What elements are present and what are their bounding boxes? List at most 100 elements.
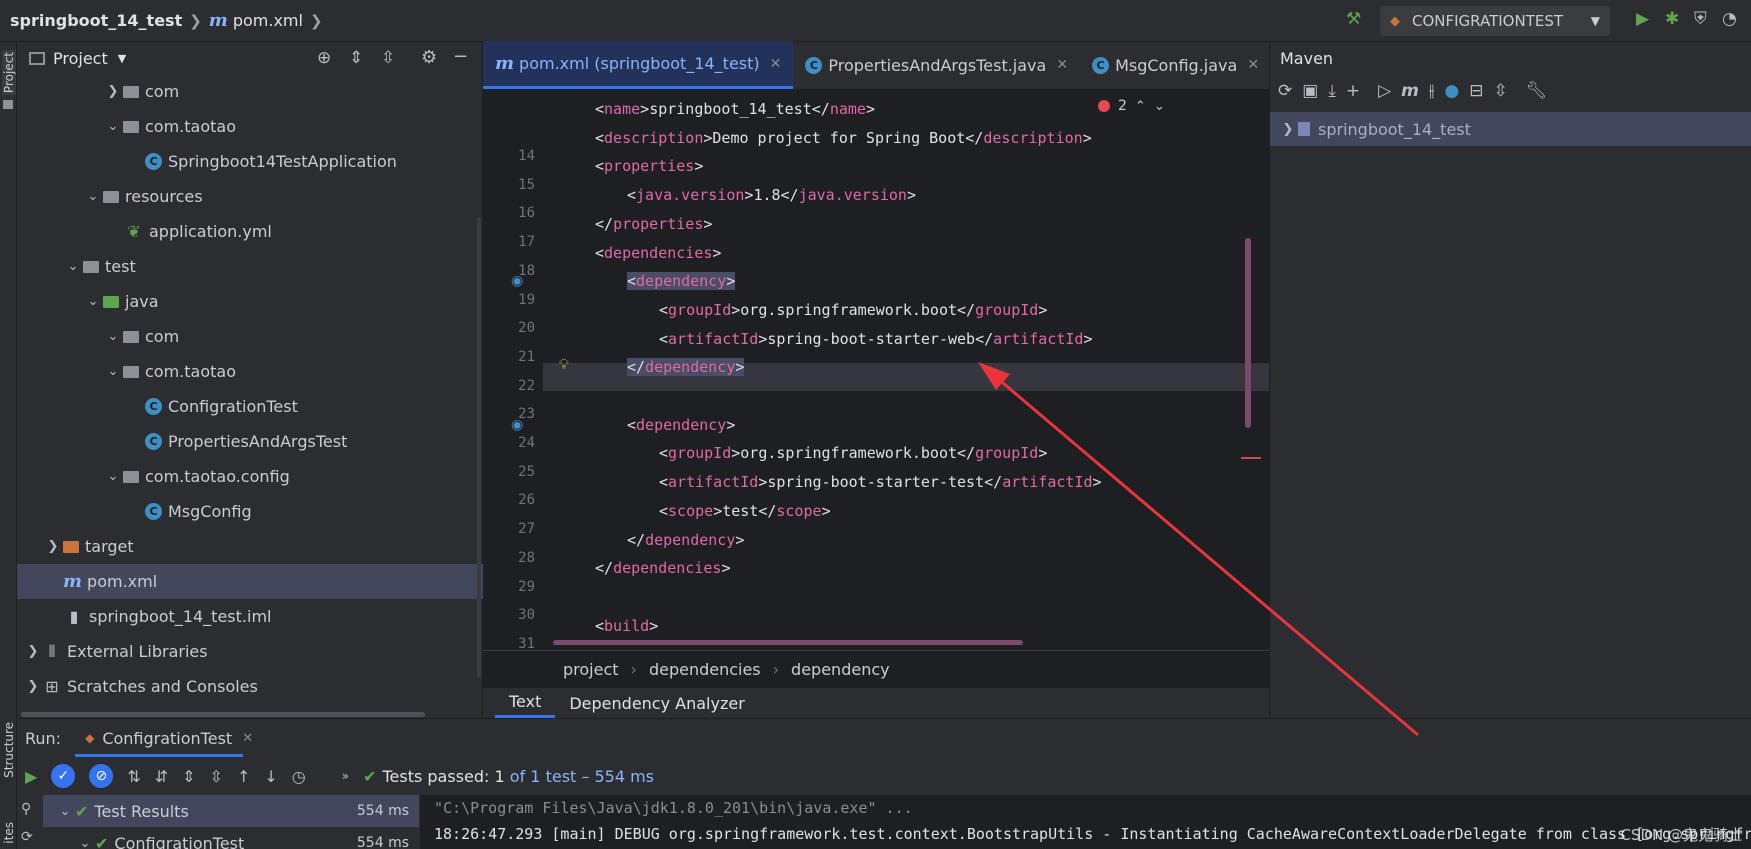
add-icon[interactable]: + [1346,81,1360,101]
code-line[interactable]: </properties> [595,210,712,238]
chevron-right-icon[interactable]: ❯ [43,539,63,554]
run-config-tab[interactable]: ConfigrationTest [102,729,232,748]
sort-duration-icon[interactable]: ⇵ [155,767,168,786]
minimize-icon[interactable]: − [453,46,468,67]
code-line[interactable]: < scope > test </scope > [659,497,831,525]
gear-icon[interactable]: ⚙ [421,47,437,68]
breadcrumb-dependency[interactable]: dependency [791,660,890,679]
code-line[interactable]: <dependency> [627,411,735,439]
code-line[interactable]: <dependency> [627,267,736,295]
tree-item[interactable]: ⌄ resources [83,179,203,214]
show-ignored-icon[interactable]: ⊘ [89,764,114,788]
code-line[interactable]: </dependencies> [595,554,730,582]
code-line[interactable]: < groupId > org.springframework.boot </group… [659,296,1047,324]
chevron-down-icon[interactable]: ⌄ [103,119,123,134]
locate-icon[interactable]: ⊕ [317,48,331,68]
tree-item[interactable]: ⌄ com [103,319,180,354]
show-dependencies-icon[interactable]: ⊟ [1469,81,1483,101]
show-passed-icon[interactable]: ✓ [51,764,76,788]
maven-project-item[interactable]: ❯ springboot_14_test [1270,112,1751,146]
tab-dependency-analyzer[interactable]: Dependency Analyzer [555,688,758,718]
tree-item[interactable]: ▮ springboot_14_test.iml [65,599,272,634]
download-icon[interactable]: ⤓ [1328,81,1336,101]
chevron-double-right-icon[interactable]: » [342,769,349,783]
tab-text[interactable]: Text [495,688,556,718]
code-line[interactable]: < name > springboot_14_test </name > [595,95,875,123]
close-icon[interactable]: ✕ [242,731,253,746]
horizontal-scrollbar[interactable] [553,640,1023,645]
tree-item[interactable]: C MsgConfig [145,494,252,529]
tab-properties-and-args-test[interactable]: C PropertiesAndArgsTest.java ✕ [793,41,1080,89]
code-line[interactable]: <build> [595,612,658,640]
collapse-all-icon[interactable]: ⇳ [210,767,223,786]
generate-sources-icon[interactable]: ▣ [1302,81,1318,101]
profiler-icon[interactable]: ◔ [1722,9,1737,29]
tree-item[interactable]: C PropertiesAndArgsTest [145,424,347,459]
breadcrumb-dependencies[interactable]: dependencies [649,660,761,679]
tree-item[interactable]: ❦ application.yml [125,214,272,249]
chevron-down-icon[interactable]: ⌄ [103,329,123,344]
chevron-right-icon[interactable]: ❯ [1278,122,1298,137]
tree-item[interactable]: ❯ com [103,74,180,109]
code-line[interactable]: < java.version >1.8 </java.version > [627,181,916,209]
code-line[interactable]: </dependency> [627,353,745,381]
tab-pom-xml[interactable]: m pom.xml (springboot_14_test) ✕ [483,41,794,89]
tree-item[interactable]: C Springboot14TestApplication [145,144,397,179]
run-gutter-icon[interactable]: ◉ [511,417,523,433]
tree-item[interactable]: ⌄ com.taotao [103,354,236,389]
debug-icon[interactable]: ✱ [1665,9,1679,29]
chevron-down-icon[interactable]: ▼ [118,52,126,65]
horizontal-scrollbar[interactable] [21,712,425,717]
code-line[interactable]: <properties> [595,152,703,180]
run-config-selector[interactable]: ◆ CONFIGRATIONTEST ▼ [1380,6,1610,36]
tree-item[interactable]: ⌄ com.taotao [103,109,236,144]
code-line[interactable]: < description > Demo project for Spring Boo… [595,124,1092,152]
tree-item[interactable]: ❯ ⊞ Scratches and Consoles [23,669,258,704]
run-gutter-icon[interactable]: ◉ [511,273,523,289]
coverage-icon[interactable]: ⛨ [1694,9,1707,29]
wrench-icon[interactable]: 🔧︎ [1526,81,1548,101]
vertical-scrollbar[interactable] [1245,238,1251,428]
code-line[interactable]: </dependency> [627,526,744,554]
tab-msg-config[interactable]: C MsgConfig.java ✕ [1080,41,1271,89]
tree-item[interactable]: ⌄ com.taotao.config [103,459,290,494]
project-panel-title[interactable]: Project [53,49,108,68]
collapse-all-icon[interactable]: ⇳ [381,48,395,68]
close-icon[interactable]: ✕ [1247,57,1259,73]
lightbulb-icon[interactable]: 💡︎ [559,357,569,373]
tree-item[interactable]: ❯ target [43,529,134,564]
code-line[interactable]: < artifactId > spring-boot-starter-web </art… [659,325,1093,353]
build-hammer-icon[interactable]: ⚒ [1346,9,1361,29]
run-icon[interactable]: ▷ [1378,81,1391,101]
chevron-right-icon[interactable]: ❯ [23,679,43,694]
test-results-row[interactable]: ⌄ ✔ Test Results 554 ms [43,795,419,827]
execute-goal-icon[interactable]: m [1401,81,1419,101]
chevron-down-icon[interactable]: ⌄ [103,469,123,484]
rerun-icon[interactable]: ▶ [25,767,37,786]
run-icon[interactable]: ▶ [1636,9,1649,29]
chevron-up-icon[interactable]: ⌃ [1135,99,1146,114]
code-line[interactable]: <dependencies> [595,239,721,267]
breadcrumb-project[interactable]: springboot_14_test [10,11,182,30]
history-icon[interactable]: ◷ [292,767,306,786]
collapse-all-icon[interactable]: ⇳ [1493,81,1507,101]
vertical-scrollbar[interactable] [477,217,481,677]
chevron-down-icon[interactable]: ⌄ [75,836,95,849]
skip-tests-icon[interactable]: ● [1444,81,1459,101]
chevron-down-icon[interactable]: ⌄ [63,259,83,274]
tree-item[interactable]: ⌄ test [63,249,136,284]
console-output[interactable]: "C:\Program Files\Java\jdk1.8.0_201\bin\… [420,795,1751,849]
inspection-widget[interactable]: 2 ⌃ ⌄ [1098,92,1208,120]
chevron-down-icon[interactable]: ⌄ [83,189,103,204]
sort-alpha-icon[interactable]: ⇅ [127,767,140,786]
tree-item[interactable]: ❯ ⫴ External Libraries [23,634,208,669]
test-class-row[interactable]: ⌄ ✔ ConfigrationTest 554 ms [43,827,419,849]
rerun-failed-icon[interactable]: ⟳ [21,829,33,845]
tree-item[interactable]: ⌄ java [83,284,159,319]
chevron-right-icon[interactable]: ❯ [103,84,123,99]
expand-all-icon[interactable]: ⇕ [182,767,195,786]
tree-item[interactable]: C ConfigrationTest [145,389,298,424]
structure-stripe-button[interactable]: Structure [2,722,16,778]
code-line[interactable]: < groupId > org.springframework.boot </group… [659,439,1047,467]
chevron-down-icon[interactable]: ⌄ [103,364,123,379]
